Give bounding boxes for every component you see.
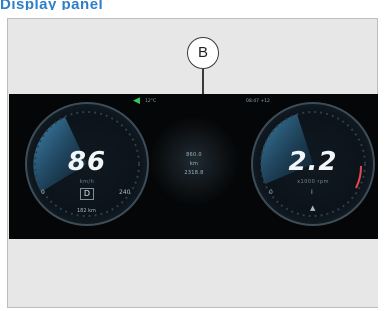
center-readout-line2: km	[189, 161, 199, 167]
center-readout-line1: 860.0	[186, 152, 202, 158]
center-readout-line3: 2318.8	[184, 170, 204, 176]
instrument-cluster-display: ◀ 12°C 08:47 +12 86 km/h 0 D 240 182 km …	[9, 94, 378, 239]
rpm-unit: x1000 rpm	[297, 179, 329, 185]
tachometer-gauge: 2.2 x1000 rpm 0 I ▲	[251, 102, 375, 226]
callout-marker: B	[187, 37, 219, 69]
gear-indicator: D	[80, 188, 94, 200]
figure-lower-area	[9, 239, 378, 307]
speed-unit: km/h	[79, 179, 95, 185]
speedometer-gauge: 86 km/h 0 D 240 182 km	[25, 102, 149, 226]
rpm-min-label: 0	[269, 189, 273, 196]
speed-value: 86	[67, 147, 107, 177]
warning-triangle-icon: ▲	[310, 204, 316, 212]
page-header-strip: Display panel	[0, 0, 104, 10]
speed-min-label: 0	[41, 189, 45, 196]
rpm-value: 2.2	[288, 147, 338, 177]
speed-max-label: 240	[119, 189, 131, 196]
range-readout: 182 km	[77, 208, 96, 214]
rpm-mid-label: I	[311, 189, 313, 196]
